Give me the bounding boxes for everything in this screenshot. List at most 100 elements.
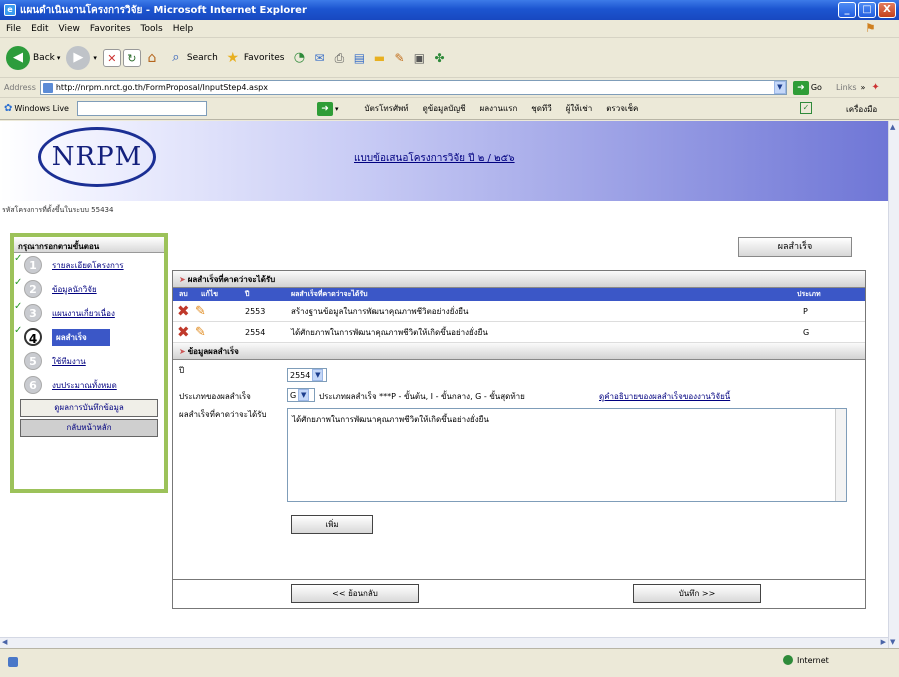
address-input[interactable]: http://nrpm.nrct.go.th/FormProposal/Inpu… <box>39 80 787 95</box>
row-result: ได้ศักยภาพในการพัฒนาคุณภาพชีวิตให้เกิดขึ… <box>291 327 488 337</box>
live-tools-menu[interactable]: เครื่องมือ <box>846 103 877 116</box>
menu-file[interactable]: File <box>6 24 21 34</box>
live-link-6[interactable]: ตรวจเช็ค <box>606 102 638 115</box>
back-button[interactable]: ◀ Back ▾ <box>6 45 61 70</box>
address-dropdown-icon[interactable]: ▼ <box>773 81 786 94</box>
live-check-icon[interactable]: ✓ <box>800 102 812 114</box>
go-label: Go <box>810 83 822 92</box>
menu-edit[interactable]: Edit <box>31 24 48 34</box>
live-link-1[interactable]: บัตรโทรศัพท์ <box>365 102 409 115</box>
page-title: แบบข้อเสนอโครงการวิจัย ปี ๒ / ๒๕๖ <box>354 153 515 164</box>
scroll-down-icon[interactable]: ▼ <box>890 638 895 646</box>
zone-label: Internet <box>797 655 829 665</box>
windows-live-label: Windows Live <box>14 104 69 113</box>
step-3[interactable]: ✓ 3 แผนงานเกี่ยวเนื่อง <box>14 301 164 325</box>
check-icon: ✓ <box>14 277 23 288</box>
view-record-button[interactable]: ดูผลการบันทึกข้อมูล <box>20 399 158 417</box>
status-bar: Internet <box>0 648 899 677</box>
section-arrow-icon: ➤ <box>179 274 186 284</box>
add-button[interactable]: เพิ่ม <box>291 515 373 534</box>
live-link-4[interactable]: ชุดทีวี <box>531 102 551 115</box>
close-button[interactable]: X <box>878 2 896 18</box>
step-1[interactable]: ✓ 1 รายละเอียดโครงการ <box>14 253 164 277</box>
windows-live-brand[interactable]: ✿ Windows Live <box>4 103 69 114</box>
chevron-down-icon: ▼ <box>298 389 310 401</box>
step-number: 3 <box>24 304 42 322</box>
textarea-scrollbar[interactable] <box>835 409 846 501</box>
live-search-go-icon[interactable]: ➜ <box>316 101 333 116</box>
favorites-button[interactable]: ★ Favorites <box>224 49 285 67</box>
home-icon[interactable]: ⌂ <box>143 49 161 67</box>
step-5[interactable]: 5 ใช้ทีมงาน <box>14 349 164 373</box>
delete-icon[interactable]: ✖ <box>177 323 190 341</box>
scroll-right-icon[interactable]: ▶ <box>881 638 886 646</box>
folder-icon[interactable]: ▬ <box>370 49 388 67</box>
results-panel: ➤ ผลสำเร็จที่คาดว่าจะได้รับ ลบ แก้ไข ปี … <box>172 270 866 586</box>
stop-icon[interactable]: ✕ <box>102 48 121 67</box>
sidebar-title: กรุณากรอกตามขั้นตอน <box>14 237 164 253</box>
forward-dropdown-icon[interactable]: ▾ <box>93 54 97 62</box>
toolbar-extra-icon[interactable]: ✦ <box>871 82 879 93</box>
type-select[interactable]: G ▼ <box>287 388 315 402</box>
logo-text: NRPM <box>51 142 143 172</box>
links-chevron-icon[interactable]: » <box>861 83 866 92</box>
step-4[interactable]: ✓ 4 ผลสำเร็จ <box>14 325 164 349</box>
minimize-button[interactable]: _ <box>838 2 856 18</box>
research-icon[interactable]: ✎ <box>390 49 408 67</box>
mail-icon[interactable]: ✉ <box>310 49 328 67</box>
favorites-star-icon: ★ <box>226 49 240 66</box>
globe-icon <box>783 655 793 665</box>
step-label-plans[interactable]: แผนงานเกี่ยวเนื่อง <box>52 307 115 320</box>
step-number: 2 <box>24 280 42 298</box>
step-label-researchers[interactable]: ข้อมูลนักวิจัย <box>52 283 97 296</box>
edit-pencil-icon[interactable]: ✎ <box>195 304 206 319</box>
results-tab-button[interactable]: ผลสำเร็จ <box>738 237 852 257</box>
live-link-3[interactable]: ผลงานแรก <box>480 102 518 115</box>
col-year: ปี <box>245 290 250 298</box>
step-6[interactable]: 6 งบประมาณทั้งหมด <box>14 373 164 397</box>
users-icon[interactable]: ✤ <box>430 49 448 67</box>
step-label-results[interactable]: ผลสำเร็จ <box>52 328 110 346</box>
history-icon[interactable]: ◔ <box>290 49 308 67</box>
search-button[interactable]: ⌕ Search <box>167 49 218 67</box>
live-search-dropdown-icon[interactable]: ▾ <box>335 105 339 113</box>
step-2[interactable]: ✓ 2 ข้อมูลนักวิจัย <box>14 277 164 301</box>
edit-pencil-icon[interactable]: ✎ <box>195 325 206 340</box>
back-step-button[interactable]: << ย้อนกลับ <box>291 584 419 603</box>
window-title: แผนดำเนินงานโครงการวิจัย - Microsoft Int… <box>20 4 307 16</box>
type-help-link[interactable]: ดูคำอธิบายของผลสำเร็จของงานวิจัยนี้ <box>599 390 730 403</box>
vertical-scrollbar[interactable]: ▲ ▼ <box>888 121 899 648</box>
menu-tools[interactable]: Tools <box>141 24 163 34</box>
windows-live-icon: ✿ <box>4 103 13 114</box>
chevron-down-icon: ▼ <box>312 369 324 381</box>
home-page-button[interactable]: กลับหน้าหลัก <box>20 419 158 437</box>
maximize-button[interactable]: □ <box>858 2 876 18</box>
step-label-details[interactable]: รายละเอียดโครงการ <box>52 259 124 272</box>
step-label-team[interactable]: ใช้ทีมงาน <box>52 355 86 368</box>
scroll-left-icon[interactable]: ◀ <box>2 638 7 646</box>
print-icon[interactable]: ⎙ <box>330 49 348 67</box>
step-label-budget[interactable]: งบประมาณทั้งหมด <box>52 379 117 392</box>
menu-favorites[interactable]: Favorites <box>90 24 131 34</box>
live-link-5[interactable]: ผู้ให้เช่า <box>566 102 593 115</box>
go-button[interactable]: ➜ Go <box>792 80 822 95</box>
year-select[interactable]: 2554 ▼ <box>287 368 327 382</box>
messenger-icon[interactable]: ▣ <box>410 49 428 67</box>
forward-button[interactable]: ▶ ▾ <box>66 45 97 70</box>
refresh-icon[interactable]: ↻ <box>122 48 141 67</box>
scroll-up-icon[interactable]: ▲ <box>890 123 895 131</box>
live-link-2[interactable]: ดูข้อมูลบัญชี <box>423 102 466 115</box>
type-select-value: G <box>290 390 297 400</box>
horizontal-scrollbar[interactable]: ◀ ▶ <box>0 637 888 648</box>
edit-page-icon[interactable]: ▤ <box>350 49 368 67</box>
menu-help[interactable]: Help <box>173 24 194 34</box>
save-next-button[interactable]: บันทึก >> <box>633 584 761 603</box>
col-type: ประเภท <box>797 290 821 298</box>
description-textarea[interactable]: ได้ศักยภาพในการพัฒนาคุณภาพชีวิตให้เกิดขึ… <box>287 408 847 502</box>
delete-icon[interactable]: ✖ <box>177 302 190 320</box>
menu-view[interactable]: View <box>59 24 80 34</box>
windows-live-toolbar: ✿ Windows Live ➜ ▾ บัตรโทรศัพท์ ดูข้อมูล… <box>0 98 899 120</box>
links-label[interactable]: Links <box>836 83 857 92</box>
live-search-input[interactable] <box>76 101 207 116</box>
back-dropdown-icon[interactable]: ▾ <box>57 54 61 62</box>
